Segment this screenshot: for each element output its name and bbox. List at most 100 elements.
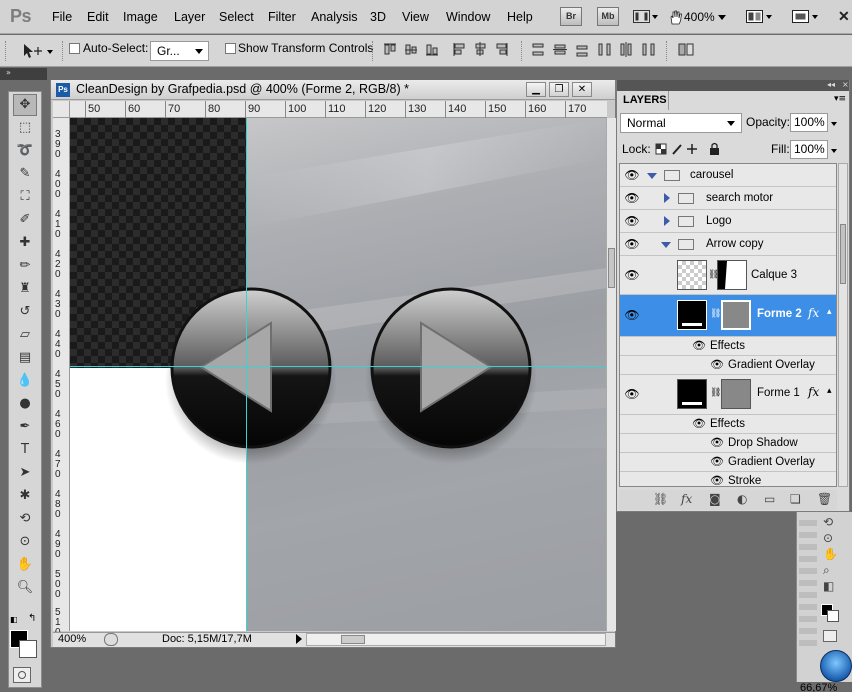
hand-tool-icon[interactable]: ✋ bbox=[13, 554, 37, 576]
eyedropper-tool-icon[interactable]: ✐ bbox=[13, 209, 37, 231]
effect-row-stroke[interactable]: 👁︎ Stroke bbox=[620, 472, 836, 486]
eye-icon[interactable]: 👁︎ bbox=[710, 474, 724, 486]
chevron-up-icon[interactable]: ▴ bbox=[827, 386, 832, 396]
expand-icon[interactable]: » bbox=[6, 68, 11, 77]
effects-row[interactable]: 👁︎ Effects bbox=[620, 415, 836, 434]
menu-window[interactable]: Window bbox=[446, 10, 490, 24]
menu-layer[interactable]: Layer bbox=[174, 10, 205, 24]
eye-icon[interactable]: 👁︎ bbox=[623, 214, 641, 228]
vector-mask-thumbnail[interactable] bbox=[721, 379, 751, 409]
add-style-icon[interactable]: fx bbox=[681, 492, 692, 506]
default-colors-icon[interactable]: ◧ bbox=[10, 615, 18, 624]
vertical-ruler[interactable]: 390 400 410 420 430 440 450 460 470 480 … bbox=[53, 118, 70, 638]
layer-row-calque-3[interactable]: 👁︎ ⛓ Calque 3 bbox=[620, 256, 836, 295]
opacity-slider-icon[interactable] bbox=[831, 116, 837, 130]
document-vertical-scrollbar[interactable] bbox=[606, 118, 616, 631]
orbit-tool-icon[interactable]: ⊙ bbox=[823, 530, 841, 546]
layer-row-logo[interactable]: 👁︎ Logo bbox=[620, 210, 836, 233]
3d-rotate-tool-icon[interactable]: ⟲ bbox=[13, 508, 37, 530]
background-color[interactable] bbox=[827, 610, 839, 622]
close-icon[interactable]: ✕ bbox=[838, 8, 850, 25]
default-colors-icon[interactable]: ◧ bbox=[823, 578, 841, 594]
mask-thumbnail[interactable] bbox=[717, 260, 747, 290]
layer-row-search-motor[interactable]: 👁︎ search motor bbox=[620, 187, 836, 210]
horizontal-scrollbar[interactable] bbox=[306, 633, 606, 646]
hand-tool-icon[interactable]: ✋ bbox=[823, 546, 841, 562]
brush-tool-icon[interactable]: ✏ bbox=[13, 255, 37, 277]
effect-row-gradient-overlay[interactable]: 👁︎ Gradient Overlay bbox=[620, 453, 836, 472]
opacity-input[interactable]: 100% bbox=[790, 113, 828, 132]
eye-icon[interactable]: 👁︎ bbox=[710, 358, 724, 371]
zoom-dropdown[interactable]: 400% bbox=[684, 7, 726, 27]
move-tool-preset-icon[interactable] bbox=[20, 41, 56, 61]
layer-row-carousel[interactable]: 👁︎ carousel bbox=[620, 164, 836, 187]
show-transform-checkbox[interactable] bbox=[225, 43, 236, 54]
doc-restore-button[interactable]: ❐ bbox=[549, 82, 569, 97]
bridge-button[interactable]: Br bbox=[560, 7, 582, 26]
quick-mask-icon[interactable] bbox=[823, 630, 837, 642]
collapse-triangle-icon[interactable] bbox=[664, 216, 670, 226]
eye-icon[interactable]: 👁︎ bbox=[692, 339, 706, 352]
document-canvas[interactable] bbox=[70, 118, 607, 631]
zoom-field[interactable]: 400% bbox=[58, 633, 86, 645]
swap-colors-icon[interactable]: ↰ bbox=[28, 613, 36, 624]
status-arrow-icon[interactable] bbox=[296, 634, 302, 644]
dodge-tool-icon[interactable]: ● bbox=[13, 393, 37, 415]
link-icon[interactable]: ⛓ bbox=[710, 309, 721, 319]
zoom-tool-icon[interactable]: ⌕ bbox=[823, 562, 841, 578]
horizontal-ruler[interactable]: 50 60 70 80 90 100 110 120 130 140 150 1… bbox=[70, 101, 607, 118]
effect-row-drop-shadow[interactable]: 👁︎ Drop Shadow bbox=[620, 434, 836, 453]
ruler-origin[interactable] bbox=[53, 101, 70, 118]
eye-icon[interactable]: 👁︎ bbox=[710, 436, 724, 449]
effect-row-gradient-overlay[interactable]: 👁︎ Gradient Overlay bbox=[620, 356, 836, 375]
scroll-thumb[interactable] bbox=[608, 248, 615, 288]
menu-3d[interactable]: 3D bbox=[370, 10, 386, 24]
status-menu-icon[interactable] bbox=[104, 633, 118, 646]
chevron-up-icon[interactable]: ▴ bbox=[827, 307, 832, 317]
fill-input[interactable]: 100% bbox=[790, 140, 828, 159]
menu-help[interactable]: Help bbox=[507, 10, 533, 24]
eye-icon[interactable]: 👁︎ bbox=[692, 417, 706, 430]
marquee-tool-icon[interactable]: ⬚ bbox=[13, 117, 37, 139]
layer-row-forme-1[interactable]: 👁︎ ⛓ Forme 1 fx ▴ bbox=[620, 375, 836, 415]
shape-tool-icon[interactable]: ✱ bbox=[13, 485, 37, 507]
delete-layer-icon[interactable]: 🗑︎ bbox=[817, 492, 832, 506]
eye-icon[interactable]: 👁︎ bbox=[623, 237, 641, 251]
type-tool-icon[interactable]: T bbox=[13, 439, 37, 461]
effects-row[interactable]: 👁︎ Effects bbox=[620, 337, 836, 356]
doc-minimize-button[interactable]: ▁ bbox=[526, 82, 546, 97]
fx-icon[interactable]: fx bbox=[808, 385, 819, 399]
blur-tool-icon[interactable]: 💧 bbox=[13, 370, 37, 392]
hand-tool-icon[interactable] bbox=[668, 9, 684, 25]
auto-select-dropdown[interactable]: Gr... bbox=[150, 41, 209, 61]
collapse-triangle-icon[interactable] bbox=[664, 193, 670, 203]
expand-triangle-icon[interactable] bbox=[647, 173, 657, 179]
windows-start-icon[interactable] bbox=[820, 650, 852, 682]
eye-icon[interactable]: 👁︎ bbox=[623, 387, 641, 401]
eye-icon[interactable]: 👁︎ bbox=[623, 191, 641, 205]
fx-icon[interactable]: fx bbox=[808, 306, 819, 320]
options-grip[interactable] bbox=[5, 41, 8, 61]
minibridge-button[interactable]: Mb bbox=[597, 7, 619, 26]
background-color[interactable] bbox=[19, 640, 37, 658]
healing-brush-tool-icon[interactable]: ✚ bbox=[13, 232, 37, 254]
quick-mask-icon[interactable] bbox=[13, 667, 31, 683]
menu-edit[interactable]: Edit bbox=[87, 10, 109, 24]
layer-row-arrow-copy[interactable]: 👁︎ Arrow copy bbox=[620, 233, 836, 256]
adjustment-layer-icon[interactable]: ◐ bbox=[737, 492, 747, 506]
eye-icon[interactable]: 👁︎ bbox=[623, 168, 641, 182]
layers-panel-header[interactable] bbox=[617, 80, 849, 91]
crop-tool-icon[interactable]: ⛶ bbox=[13, 186, 37, 208]
scroll-thumb[interactable] bbox=[840, 224, 846, 284]
blend-mode-dropdown[interactable]: Normal bbox=[620, 113, 742, 133]
menu-filter[interactable]: Filter bbox=[268, 10, 296, 24]
vector-mask-thumbnail[interactable] bbox=[721, 300, 751, 330]
eye-icon[interactable]: 👁︎ bbox=[623, 308, 641, 322]
arrange-documents-icon[interactable] bbox=[746, 9, 774, 25]
link-icon[interactable]: ⛓ bbox=[710, 388, 721, 398]
new-layer-icon[interactable]: ❏ bbox=[790, 492, 801, 506]
menu-image[interactable]: Image bbox=[123, 10, 158, 24]
pen-tool-icon[interactable]: ✒ bbox=[13, 416, 37, 438]
eraser-tool-icon[interactable]: ▱ bbox=[13, 324, 37, 346]
layers-tab[interactable]: LAYERS bbox=[617, 91, 669, 110]
